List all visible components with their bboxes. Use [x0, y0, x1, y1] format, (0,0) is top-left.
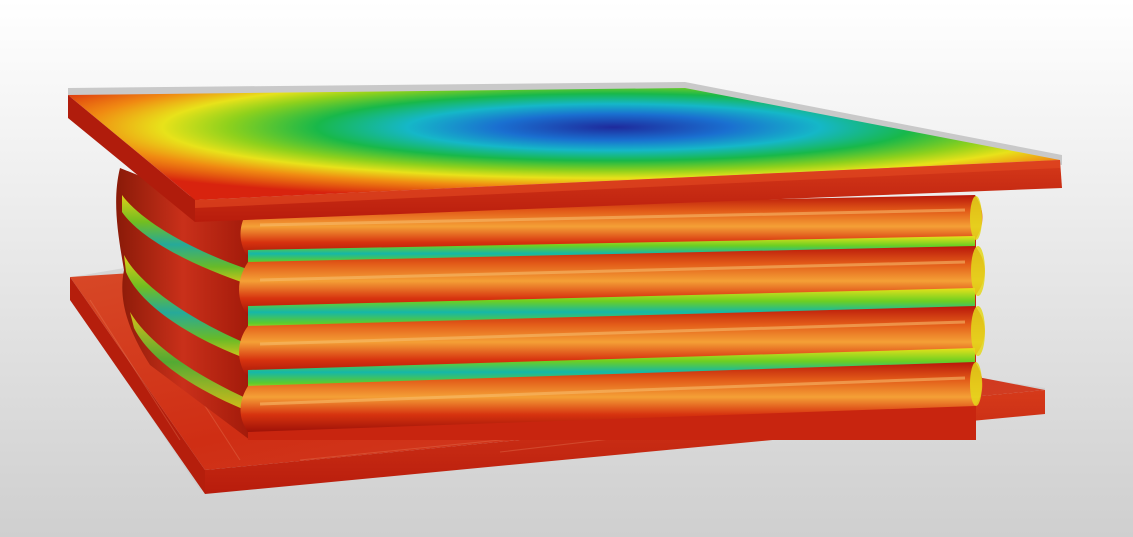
deformed-bellows-model [0, 0, 1133, 537]
render-viewport[interactable] [0, 0, 1133, 537]
bellows-front [239, 195, 985, 440]
